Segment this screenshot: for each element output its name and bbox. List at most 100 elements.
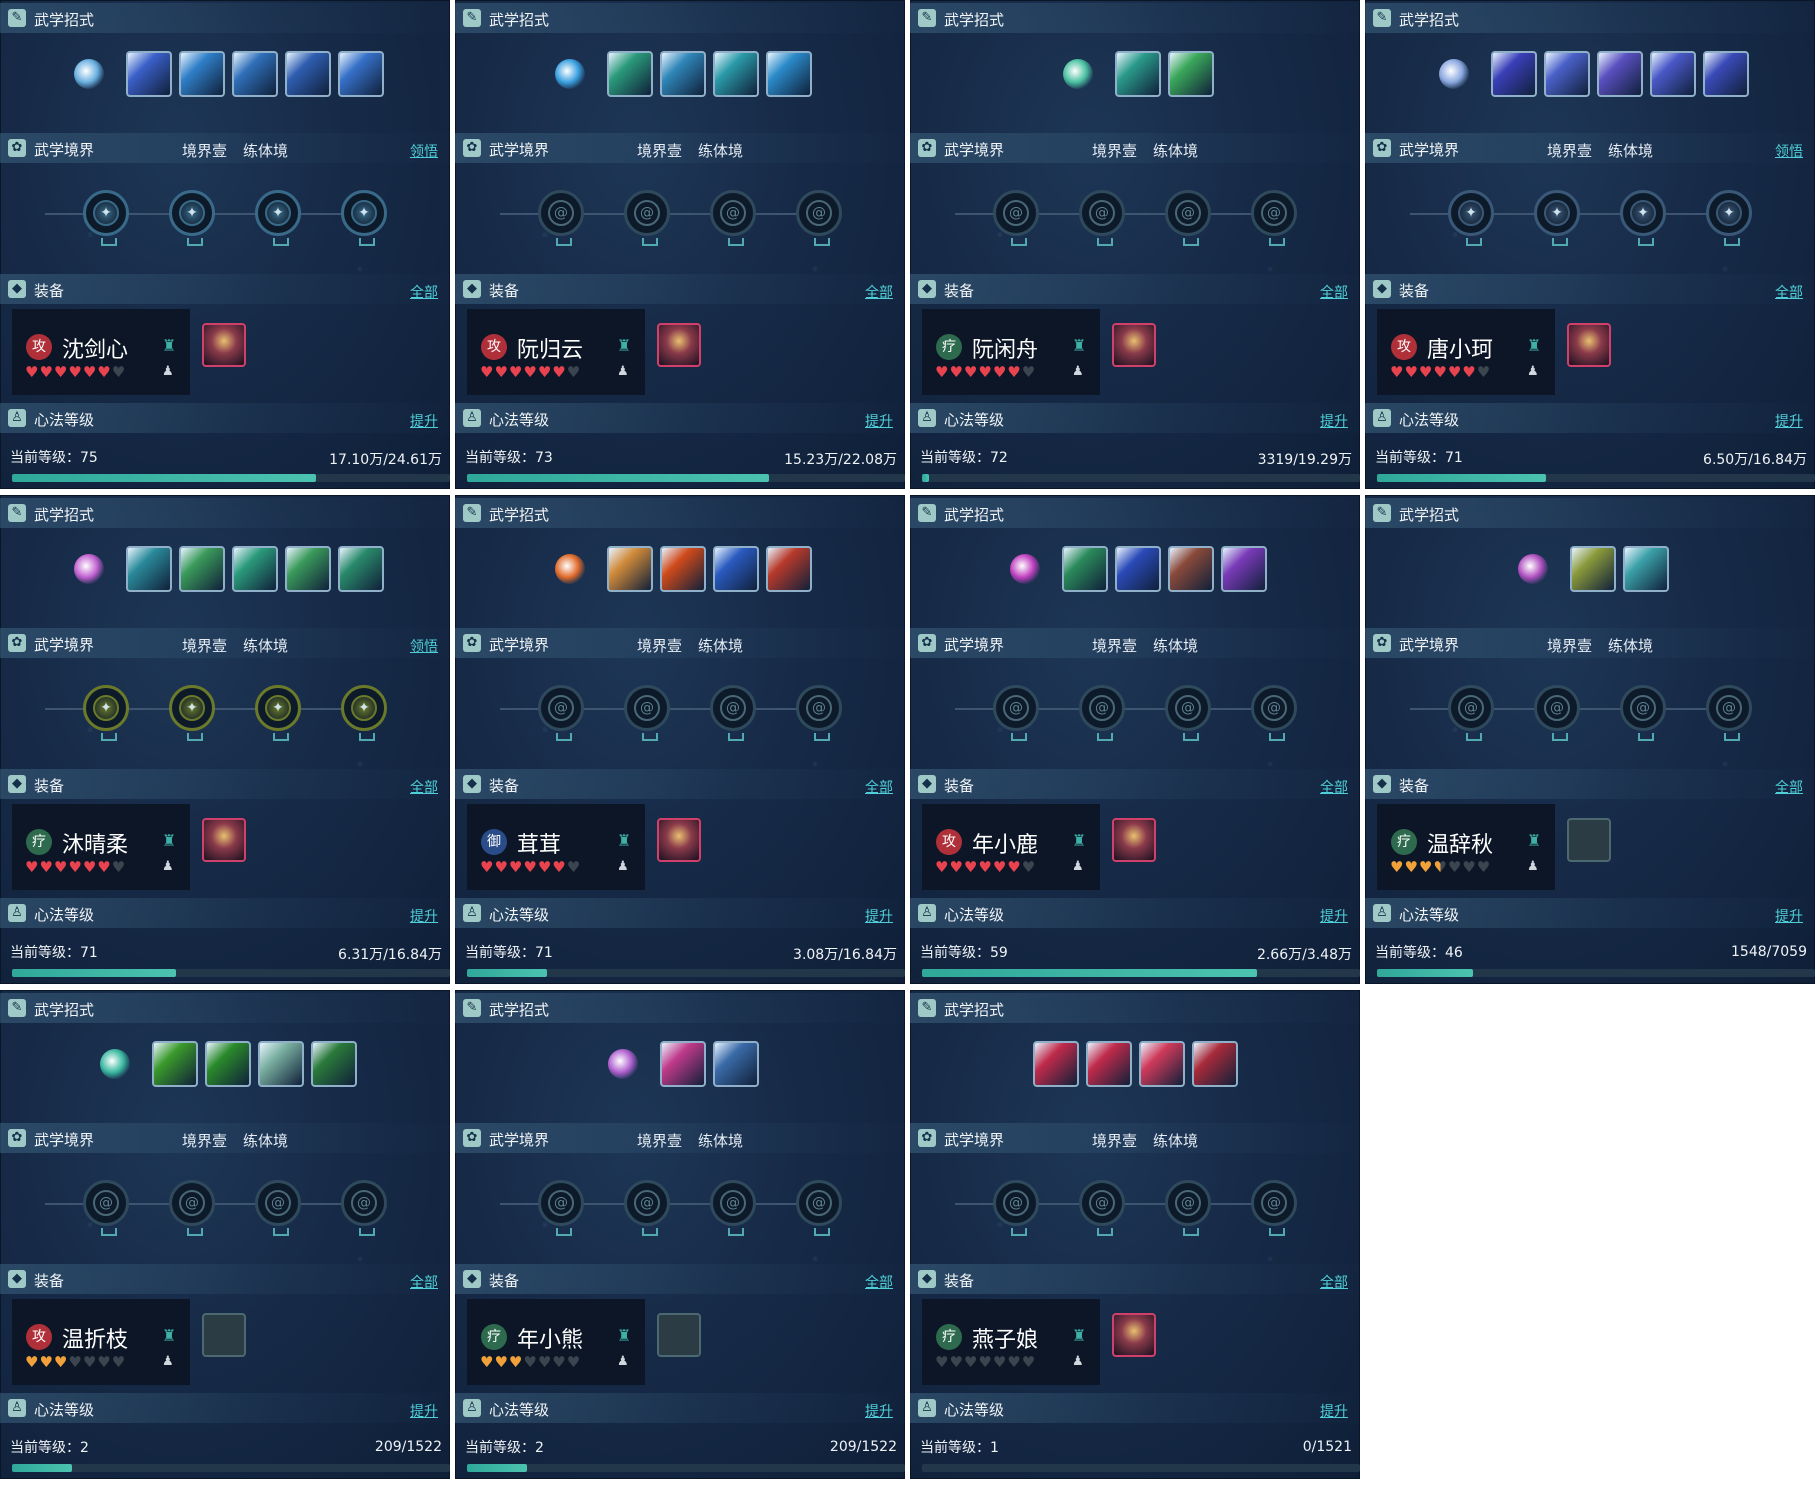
equipment-all-link[interactable]: 全部 — [410, 777, 438, 797]
equipment-all-link[interactable]: 全部 — [1775, 282, 1803, 302]
equipment-all-link[interactable]: 全部 — [865, 1272, 893, 1292]
character-card[interactable]: 攻 沈剑心 ♜ ♥♥♥♥♥♥♥ ♟ — [12, 309, 190, 395]
skill-icon[interactable] — [231, 51, 278, 97]
skill-icon[interactable] — [1596, 51, 1643, 97]
skill-icon[interactable] — [284, 546, 331, 592]
realm-node[interactable]: ✦ — [83, 685, 129, 741]
skill-icon[interactable] — [1649, 51, 1696, 97]
realm-node[interactable]: @ — [796, 190, 842, 246]
character-card[interactable]: 疗 燕子娘 ♜ ♥♥♥♥♥♥♥ ♟ — [922, 1299, 1100, 1385]
skill-icon[interactable] — [258, 1041, 304, 1087]
realm-node[interactable]: ✦ — [341, 190, 387, 246]
skill-icon[interactable] — [1115, 51, 1161, 97]
character-card[interactable]: 疗 阮闲舟 ♜ ♥♥♥♥♥♥♥ ♟ — [922, 309, 1100, 395]
skill-icon[interactable] — [178, 51, 225, 97]
skill-icon[interactable] — [311, 1041, 357, 1087]
equipment-all-link[interactable]: 全部 — [865, 777, 893, 797]
equipment-all-link[interactable]: 全部 — [410, 282, 438, 302]
skill-icon[interactable] — [1221, 546, 1267, 592]
realm-node[interactable]: @ — [796, 685, 842, 741]
main-skill-icon[interactable] — [67, 52, 111, 96]
main-skill-icon[interactable] — [1511, 547, 1555, 591]
skill-icon[interactable] — [607, 51, 653, 97]
character-card[interactable]: 御 茸茸 ♜ ♥♥♥♥♥♥♥ ♟ — [467, 804, 645, 890]
comprehend-link[interactable]: 领悟 — [410, 141, 438, 161]
robe-red-equipment-icon[interactable] — [1567, 323, 1611, 367]
skill-icon[interactable] — [1168, 51, 1214, 97]
robe-red-equipment-icon[interactable] — [202, 323, 246, 367]
skill-icon[interactable] — [1085, 1041, 1132, 1087]
upgrade-link[interactable]: 提升 — [865, 906, 893, 926]
skill-icon[interactable] — [337, 546, 384, 592]
skill-icon[interactable] — [607, 546, 653, 592]
character-card[interactable]: 疗 温辞秋 ♜ ♥♥♥♥♥♥♥ ♟ — [1377, 804, 1555, 890]
robe-gold-equipment-icon[interactable] — [657, 818, 701, 862]
character-card[interactable]: 攻 年小鹿 ♜ ♥♥♥♥♥♥♥ ♟ — [922, 804, 1100, 890]
skill-icon[interactable] — [1702, 51, 1749, 97]
character-card[interactable]: 攻 温折枝 ♜ ♥♥♥♥♥♥♥ ♟ — [12, 1299, 190, 1385]
skill-icon[interactable] — [1168, 546, 1214, 592]
skill-icon[interactable] — [1490, 51, 1537, 97]
main-skill-icon[interactable] — [93, 1042, 137, 1086]
realm-node[interactable]: @ — [1079, 685, 1125, 741]
skill-icon[interactable] — [1191, 1041, 1238, 1087]
main-skill-icon[interactable] — [548, 52, 592, 96]
upgrade-link[interactable]: 提升 — [410, 411, 438, 431]
realm-node[interactable]: @ — [796, 1180, 842, 1236]
realm-node[interactable]: @ — [538, 190, 584, 246]
character-card[interactable]: 疗 年小熊 ♜ ♥♥♥♥♥♥♥ ♟ — [467, 1299, 645, 1385]
upgrade-link[interactable]: 提升 — [865, 411, 893, 431]
realm-node[interactable]: ✦ — [341, 685, 387, 741]
skill-icon[interactable] — [660, 546, 706, 592]
skill-icon[interactable] — [284, 51, 331, 97]
realm-node[interactable]: ✦ — [1448, 190, 1494, 246]
skill-icon[interactable] — [125, 51, 172, 97]
main-skill-icon[interactable] — [1432, 52, 1476, 96]
skill-icon[interactable] — [1623, 546, 1669, 592]
robe-gold-equipment-icon[interactable] — [1112, 818, 1156, 862]
skill-icon[interactable] — [660, 1041, 706, 1087]
main-skill-icon[interactable] — [1003, 547, 1047, 591]
realm-node[interactable]: ✦ — [1706, 190, 1752, 246]
realm-node[interactable]: @ — [993, 1180, 1039, 1236]
realm-node[interactable]: @ — [255, 1180, 301, 1236]
comprehend-link[interactable]: 领悟 — [410, 636, 438, 656]
realm-node[interactable]: @ — [1448, 685, 1494, 741]
realm-node[interactable]: ✦ — [83, 190, 129, 246]
skill-icon[interactable] — [231, 546, 278, 592]
realm-node[interactable]: @ — [83, 1180, 129, 1236]
equipment-all-link[interactable]: 全部 — [1775, 777, 1803, 797]
realm-node[interactable]: ✦ — [255, 685, 301, 741]
equipment-all-link[interactable]: 全部 — [1320, 777, 1348, 797]
skill-icon[interactable] — [1570, 546, 1616, 592]
comprehend-link[interactable]: 领悟 — [1775, 141, 1803, 161]
skill-icon[interactable] — [1032, 1041, 1079, 1087]
realm-node[interactable]: @ — [993, 190, 1039, 246]
skill-icon[interactable] — [205, 1041, 251, 1087]
upgrade-link[interactable]: 提升 — [1320, 906, 1348, 926]
upgrade-link[interactable]: 提升 — [410, 906, 438, 926]
upgrade-link[interactable]: 提升 — [410, 1401, 438, 1421]
skill-icon[interactable] — [125, 546, 172, 592]
character-card[interactable]: 攻 唐小珂 ♜ ♥♥♥♥♥♥♥ ♟ — [1377, 309, 1555, 395]
skill-icon[interactable] — [1062, 546, 1108, 592]
realm-node[interactable]: ✦ — [1620, 190, 1666, 246]
equipment-all-link[interactable]: 全部 — [1320, 282, 1348, 302]
realm-node[interactable]: ✦ — [1534, 190, 1580, 246]
skill-icon[interactable] — [337, 51, 384, 97]
main-skill-icon[interactable] — [601, 1042, 645, 1086]
equipment-all-link[interactable]: 全部 — [1320, 1272, 1348, 1292]
skill-icon[interactable] — [178, 546, 225, 592]
skill-icon[interactable] — [766, 546, 812, 592]
realm-node[interactable]: @ — [624, 1180, 670, 1236]
empty-equipment-slot-icon[interactable] — [1567, 818, 1611, 862]
skill-icon[interactable] — [660, 51, 706, 97]
realm-node[interactable]: @ — [1165, 190, 1211, 246]
realm-node[interactable]: @ — [538, 1180, 584, 1236]
main-skill-icon[interactable] — [1056, 52, 1100, 96]
skill-icon[interactable] — [152, 1041, 198, 1087]
realm-node[interactable]: @ — [624, 190, 670, 246]
upgrade-link[interactable]: 提升 — [1320, 411, 1348, 431]
realm-node[interactable]: @ — [1165, 685, 1211, 741]
character-card[interactable]: 疗 沐晴柔 ♜ ♥♥♥♥♥♥♥ ♟ — [12, 804, 190, 890]
